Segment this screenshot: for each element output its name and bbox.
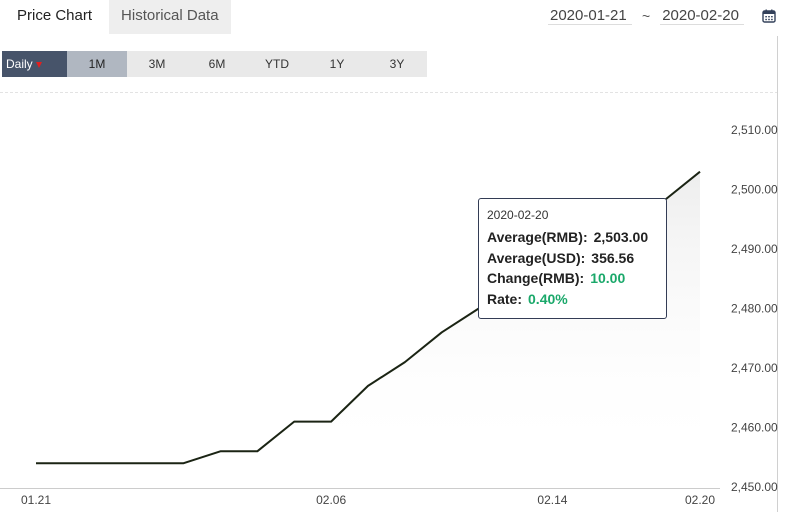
tooltip-label: Change(RMB): bbox=[487, 270, 585, 286]
y-tick-label: 2,500.00 bbox=[731, 183, 778, 197]
tooltip-row-average-usd: Average(USD): 356.56 bbox=[487, 248, 666, 269]
y-tick-label: 2,450.00 bbox=[731, 480, 778, 494]
tooltip-row-change: Change(RMB): 10.00 bbox=[487, 268, 666, 289]
x-tick-label: 02.14 bbox=[537, 493, 567, 507]
tooltip-row-rate: Rate: 0.40% bbox=[487, 289, 666, 310]
y-tick-label: 2,480.00 bbox=[731, 302, 778, 316]
tooltip-value: 10.00 bbox=[590, 270, 626, 286]
y-tick-label: 2,470.00 bbox=[731, 361, 778, 375]
y-tick-label: 2,510.00 bbox=[731, 123, 778, 137]
tooltip-value: 356.56 bbox=[591, 249, 635, 266]
x-tick-label: 02.20 bbox=[685, 493, 715, 507]
tooltip-row-average-rmb: Average(RMB): 2,503.00 bbox=[487, 227, 666, 248]
tooltip-date: 2020-02-20 bbox=[487, 208, 549, 222]
tooltip-label: Average(RMB): bbox=[487, 229, 588, 245]
y-tick-label: 2,460.00 bbox=[731, 421, 778, 435]
x-tick-label: 01.21 bbox=[21, 493, 51, 507]
chart-tooltip: 2020-02-20 Average(RMB): 2,503.00 Average… bbox=[478, 198, 667, 319]
tooltip-label: Average(USD): bbox=[487, 249, 586, 266]
tooltip-value: 0.40% bbox=[528, 290, 568, 307]
price-chart[interactable]: 2,510.00 2,500.00 2,490.00 2,480.00 2,470.00… bbox=[0, 0, 785, 512]
x-tick-label: 02.06 bbox=[316, 493, 346, 507]
y-tick-label: 2,490.00 bbox=[731, 242, 778, 256]
tooltip-label: Rate: bbox=[487, 290, 523, 307]
tooltip-value: 2,503.00 bbox=[593, 229, 649, 245]
